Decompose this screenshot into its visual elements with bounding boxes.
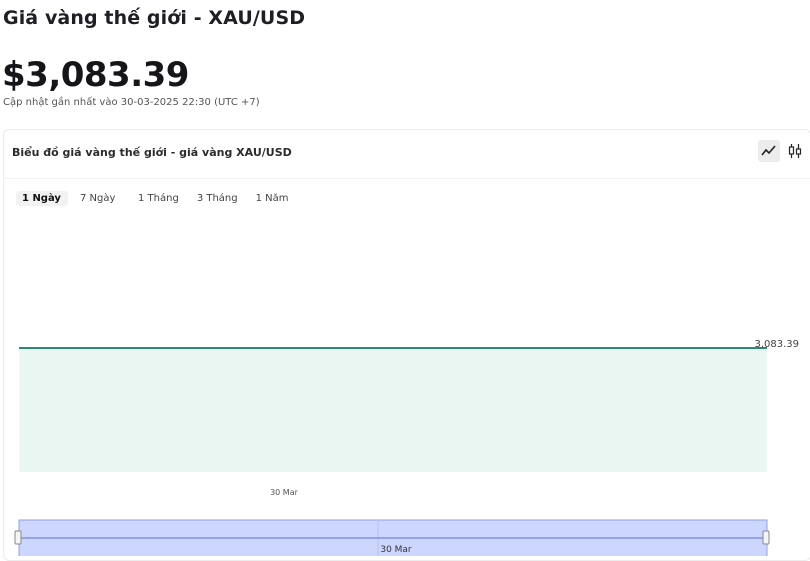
price-chart: 3,083.39 30 Mar 30 Mar [14,339,799,556]
navigator-label: 30 Mar [380,545,412,555]
last-value-label: 3,083.39 [754,339,799,350]
area-fill [19,348,767,472]
navigator-right-handle[interactable] [762,530,770,545]
x-tick-label: 30 Mar [270,488,299,497]
navigator-left-handle[interactable] [14,530,22,545]
